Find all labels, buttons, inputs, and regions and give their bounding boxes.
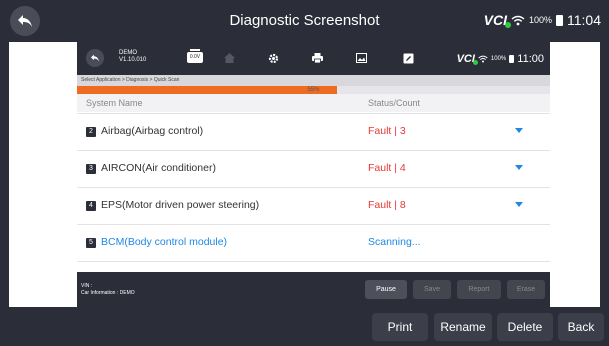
battery-icon	[509, 55, 515, 63]
erase-button: Erase	[507, 280, 545, 299]
list-item: 5 BCM(Body control module) Scanning...	[77, 225, 550, 262]
expand-caret-icon	[515, 165, 523, 170]
battery-icon	[556, 14, 563, 26]
vehicle-info: VIN : Car Information : DEMO	[81, 283, 135, 296]
save-button: Save	[413, 280, 451, 299]
system-status: Fault | 8	[368, 199, 406, 211]
battery-percent: 100%	[490, 56, 507, 62]
system-name: BCM(Body control module)	[101, 236, 228, 248]
expand-caret-icon	[515, 128, 523, 133]
top-bar: Diagnostic Screenshot VCI 100% 11:04	[0, 0, 609, 42]
list-item: 4 EPS(Motor driven power steering) Fault |…	[77, 188, 550, 225]
device-info: DEMO V1.10.010	[119, 50, 147, 63]
back-icon	[86, 49, 104, 67]
column-system-name: System Name	[86, 98, 143, 108]
print-button[interactable]: Print	[372, 313, 428, 341]
scan-progress-bar: 55%	[77, 86, 550, 94]
diagnostic-screenshot-viewer: Diagnostic Screenshot VCI 100% 11:04 DEM…	[0, 0, 609, 346]
system-name: EPS(Motor driven power steering)	[101, 199, 260, 211]
image-icon	[355, 52, 367, 64]
system-status: Scanning...	[368, 236, 421, 248]
column-status-count: Status/Count	[368, 98, 421, 108]
inner-footer: VIN : Car Information : DEMO Pause Save …	[77, 272, 550, 307]
status-area: VCI 100% 11:04	[484, 12, 601, 28]
expand-caret-icon	[515, 202, 523, 207]
system-status: Fault | 4	[368, 162, 406, 174]
system-name: Airbag(Airbag control)	[101, 125, 204, 137]
wifi-icon	[478, 55, 488, 63]
breadcrumb: Select Application > Diagnosis > Quick S…	[77, 75, 550, 86]
printer-icon	[311, 52, 323, 64]
clock: 11:00	[517, 53, 544, 65]
battery-percent: 100%	[528, 15, 552, 25]
edit-icon	[402, 52, 414, 64]
system-list: 2 Airbag(Airbag control) Fault | 3 3 AIRCON(…	[77, 112, 550, 272]
pause-button: Pause	[365, 280, 407, 299]
report-button: Report	[457, 280, 501, 299]
list-item: 3 AIRCON(Air conditioner) Fault | 4	[77, 151, 550, 188]
back-button[interactable]: Back	[558, 313, 604, 341]
inner-status-area: VCI 100% 11:00	[457, 53, 544, 65]
rename-button[interactable]: Rename	[434, 313, 492, 341]
column-header: System Name Status/Count	[77, 94, 550, 112]
clock: 11:04	[567, 12, 601, 28]
inner-top-bar: DEMO V1.10.010 0.0V VCI 100% 11:00	[77, 42, 550, 75]
progress-label: 55%	[307, 87, 320, 93]
vci-connection-icon: VCI	[457, 53, 478, 65]
home-icon	[223, 52, 235, 64]
system-number-badge: 2	[86, 127, 96, 137]
system-name: AIRCON(Air conditioner)	[101, 162, 216, 174]
captured-screenshot: DEMO V1.10.010 0.0V VCI 100% 11:00 Selec…	[9, 42, 600, 307]
system-number-badge: 3	[86, 164, 96, 174]
gear-icon	[267, 52, 279, 64]
bottom-toolbar: Print Rename Delete Back	[0, 307, 609, 346]
delete-button[interactable]: Delete	[497, 313, 553, 341]
voltage-indicator: 0.0V	[187, 49, 203, 63]
wifi-icon	[511, 15, 525, 25]
system-number-badge: 4	[86, 201, 96, 211]
vci-connection-icon: VCI	[484, 12, 511, 28]
list-item: 2 Airbag(Airbag control) Fault | 3	[77, 114, 550, 151]
system-status: Fault | 3	[368, 125, 406, 137]
system-number-badge: 5	[86, 238, 96, 248]
